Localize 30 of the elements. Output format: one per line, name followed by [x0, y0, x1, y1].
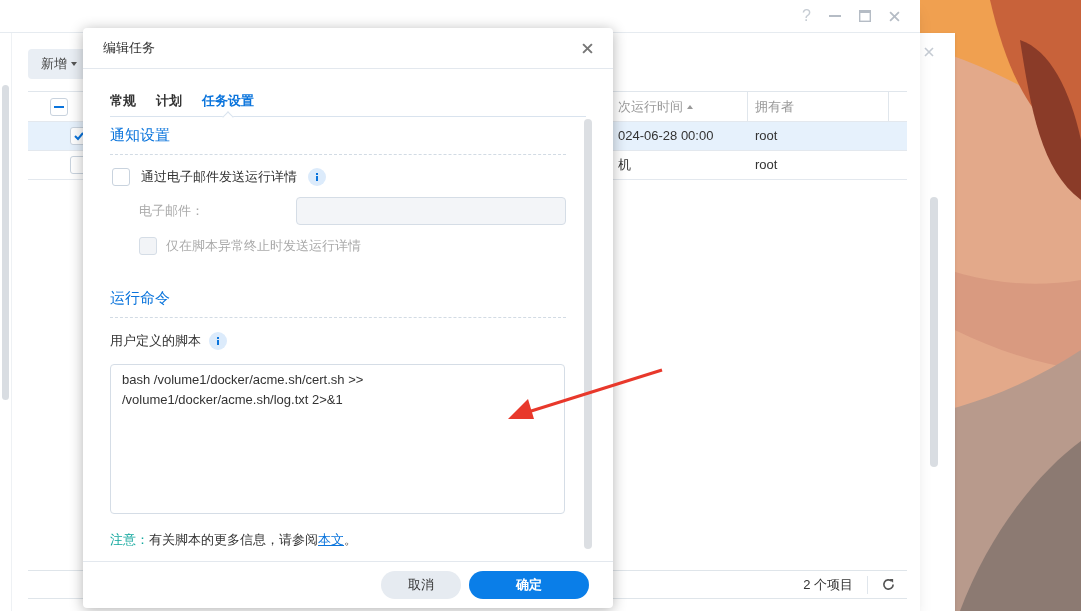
checkbox-label: 通过电子邮件发送运行详情: [141, 167, 297, 186]
section-heading: 运行命令: [110, 288, 170, 309]
section-heading: 通知设置: [110, 125, 170, 146]
caret-icon: [71, 62, 77, 66]
column-header[interactable]: 次运行时间: [618, 96, 747, 117]
info-icon[interactable]: [209, 332, 227, 350]
note-text: 注意：有关脚本的更多信息，请参阅本文。: [110, 531, 357, 547]
table-cell-text: 024-06-28 00:00: [618, 127, 715, 146]
script-field[interactable]: bash /volume1/docker/acme.sh/cert.sh >> /volume1/docker/acme.sh/log.txt 2>&1: [110, 364, 565, 514]
ok-button[interactable]: 确定: [469, 571, 589, 599]
info-icon[interactable]: [308, 167, 326, 186]
maximize-icon[interactable]: [859, 10, 871, 22]
refresh-icon[interactable]: [882, 578, 895, 591]
close-icon[interactable]: [582, 42, 593, 54]
field-label: 用户定义的脚本: [110, 332, 201, 351]
dialog-title: 编辑任务: [103, 39, 155, 58]
tab[interactable]: 计划: [156, 85, 182, 116]
table-cell-text: root: [754, 156, 778, 175]
tab[interactable]: 常规: [110, 85, 136, 116]
cancel-button[interactable]: 取消: [381, 571, 461, 599]
checkbox-label: 仅在脚本异常终止时发送运行详情: [166, 237, 361, 256]
close-icon[interactable]: [889, 10, 900, 22]
checkbox[interactable]: [50, 97, 68, 116]
article-link[interactable]: 本文: [318, 531, 344, 547]
item-count: 2 个项目: [803, 575, 853, 594]
field-label: 电子邮件：: [139, 202, 205, 221]
table-cell-text: 机: [618, 156, 632, 175]
table-cell-text: root: [754, 127, 778, 146]
checkbox[interactable]: [112, 167, 130, 186]
tab[interactable]: 任务设置: [202, 85, 254, 116]
